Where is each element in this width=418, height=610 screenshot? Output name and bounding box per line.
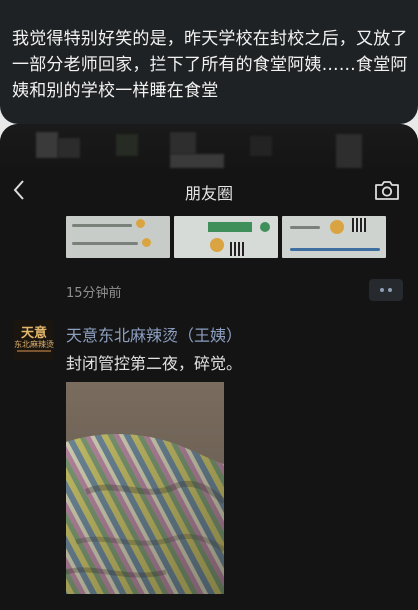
blur-block (250, 136, 272, 156)
post-author-name[interactable]: 天意东北麻辣烫（王姨） (66, 322, 242, 346)
blur-block (58, 138, 80, 158)
badge-icon (260, 222, 270, 232)
thumb-text-line (290, 226, 320, 229)
post-timestamp: 15分钟前 (66, 286, 122, 301)
emoji-icon (136, 219, 145, 228)
cartoon-icon (210, 238, 224, 252)
thumb-text-line (72, 224, 132, 227)
blur-block (336, 134, 362, 168)
emoji-icon (142, 238, 151, 247)
image-thumbnail[interactable] (66, 216, 170, 258)
moments-screen: 朋友圈 15分钟前 天意 东北麻辣烫 天意东北麻辣烫（王姨） 封闭管控第二夜，碎… (0, 124, 418, 610)
caption-text: 我觉得特别好笑的是，昨天学校在封校之后，又放了一部分老师回家，拦下了所有的食堂阿… (12, 29, 408, 101)
thumb-text-line (290, 248, 380, 251)
blur-block (170, 132, 196, 154)
avatar-logo-subtext: 东北麻辣烫 (14, 340, 54, 349)
more-actions-button[interactable] (369, 279, 403, 301)
thumb-text-line (72, 242, 138, 245)
image-thumbnail[interactable] (282, 216, 386, 258)
navigation-bar: 朋友圈 (0, 174, 418, 208)
blurred-header (0, 124, 418, 174)
avatar[interactable]: 天意 东北麻辣烫 (14, 320, 54, 360)
dot-icon (388, 288, 392, 292)
blur-block (170, 154, 224, 168)
avatar-decoration (17, 350, 51, 352)
dot-icon (380, 288, 384, 292)
caption-bubble: 我觉得特别好笑的是，昨天学校在封校之后，又放了一部分老师回家，拦下了所有的食堂阿… (0, 0, 418, 124)
post-photo[interactable] (66, 382, 224, 594)
page-title: 朋友圈 (184, 184, 233, 203)
blur-block (36, 132, 58, 158)
previous-post-images (66, 216, 390, 258)
blur-block (116, 134, 138, 156)
post-text: 封闭管控第二夜，碎觉。 (66, 354, 243, 373)
camera-icon[interactable] (374, 179, 400, 201)
qr-code-icon (352, 218, 366, 232)
cartoon-icon (330, 220, 344, 234)
thumb-banner (208, 222, 252, 232)
image-thumbnail[interactable] (174, 216, 278, 258)
qr-code-icon (230, 242, 244, 256)
